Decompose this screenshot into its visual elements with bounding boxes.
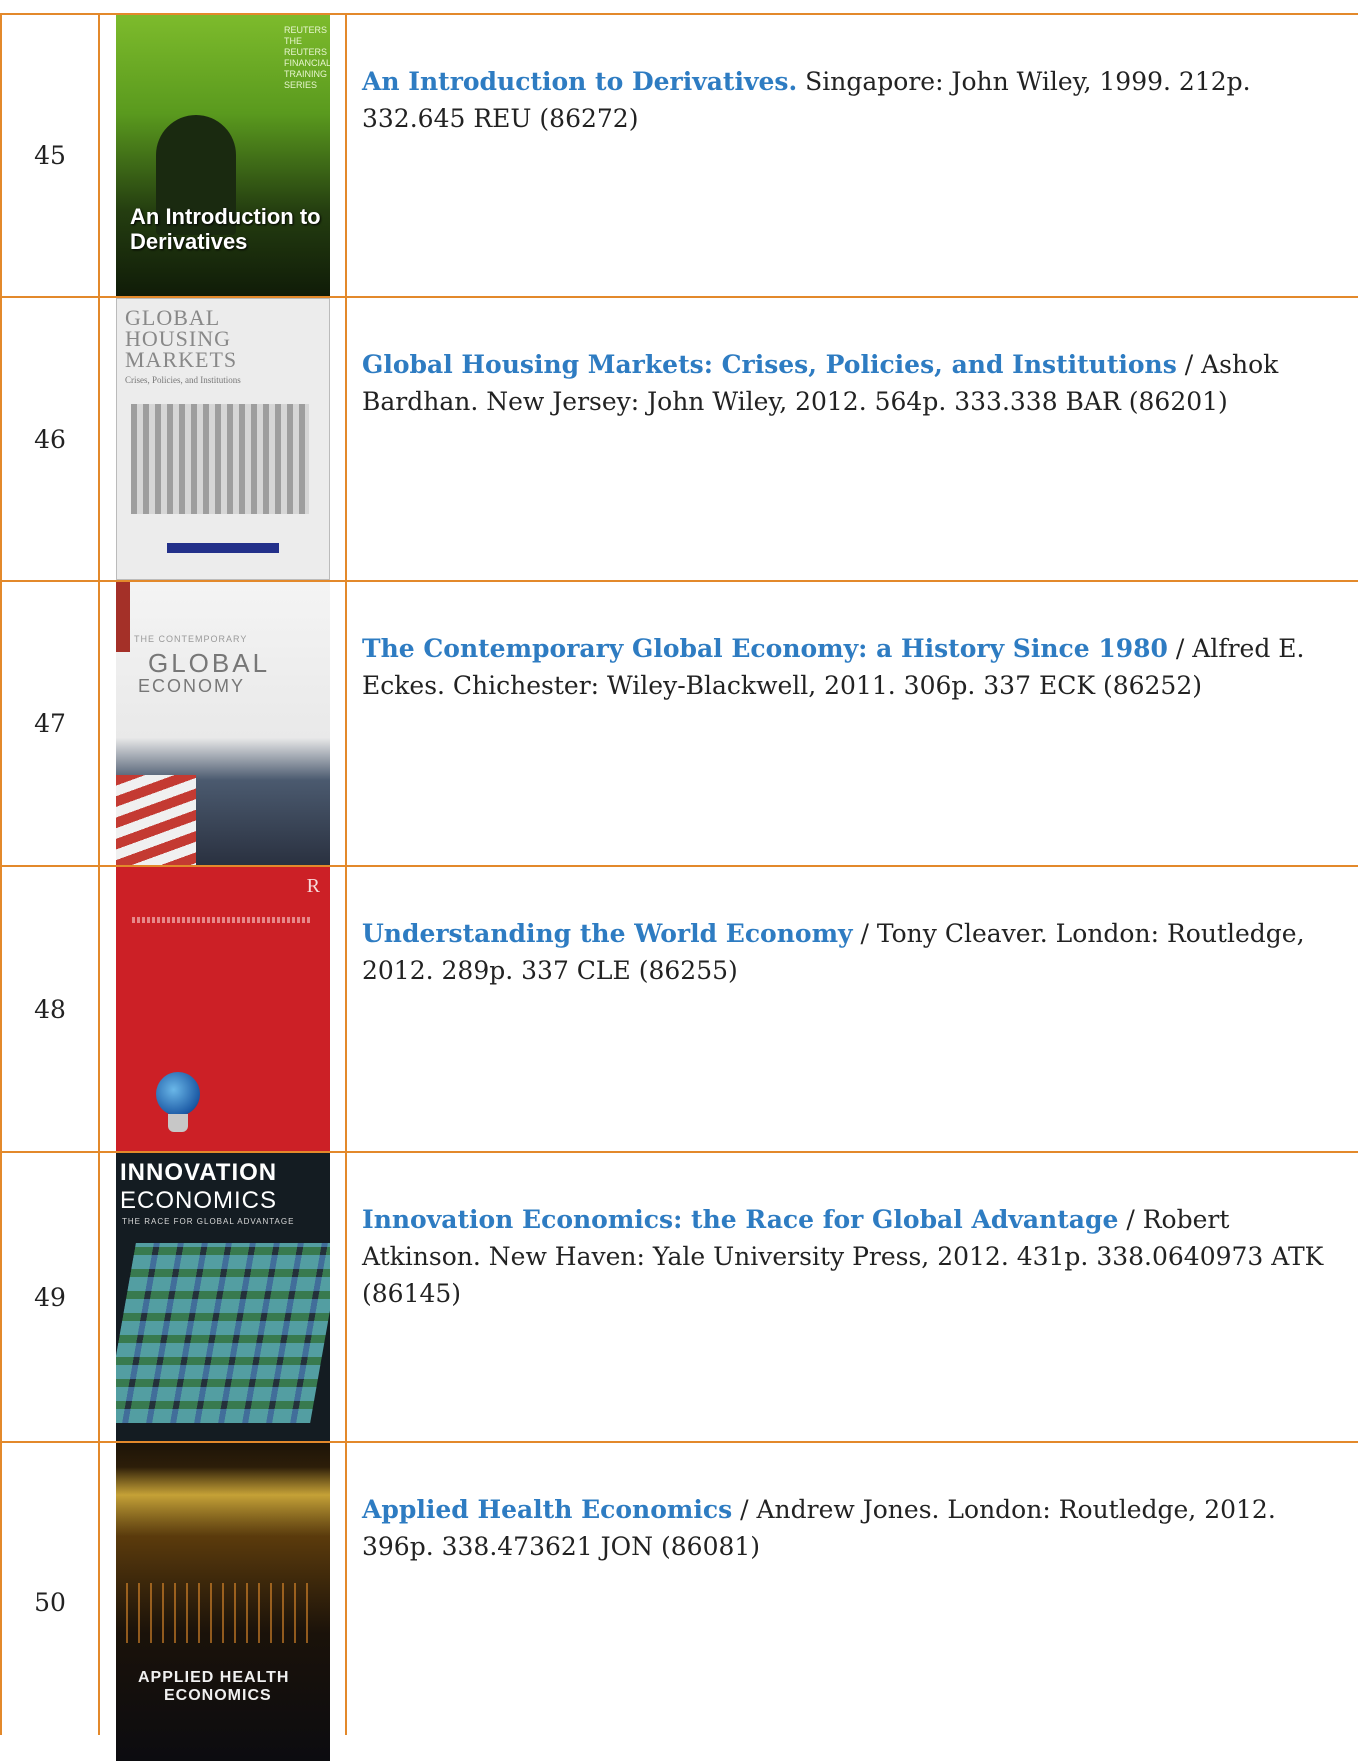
- bibliographic-entry: The Contemporary Global Economy: a Histo…: [362, 630, 1348, 704]
- publisher-logo-icon: R: [306, 875, 320, 897]
- cover-caption-top: THE CONTEMPORARY: [134, 634, 248, 644]
- cover-caption-top: APPLIED HEALTH: [138, 1669, 290, 1686]
- book-cover-image: REUTERS THE REUTERS FINANCIAL TRAINING S…: [116, 15, 330, 296]
- cover-brand: REUTERS THE REUTERS FINANCIAL TRAINING S…: [284, 25, 330, 90]
- item-number: 48: [34, 994, 66, 1024]
- book-cover-image: APPLIED HEALTH ECONOMICS: [116, 1443, 330, 1761]
- table-row: 45 REUTERS THE REUTERS FINANCIAL TRAININ…: [0, 13, 1358, 296]
- book-cover-image: R: [116, 867, 330, 1151]
- bibliographic-entry: Applied Health Economics / Andrew Jones.…: [362, 1491, 1348, 1565]
- cover-caption-bottom: ECONOMY: [138, 676, 246, 696]
- table-column-divider: [98, 13, 100, 1735]
- cover-caption-mid: ECONOMICS: [120, 1187, 278, 1214]
- globe-lightbulb-icon: [156, 1072, 200, 1116]
- cover-title-strip: [132, 917, 312, 923]
- book-title-link[interactable]: Understanding the World Economy: [362, 919, 853, 948]
- table-row: 46 GLOBAL HOUSING MARKETS Crises, Polici…: [0, 296, 1358, 580]
- book-cover-image: INNOVATION ECONOMICS THE RACE FOR GLOBAL…: [116, 1153, 330, 1441]
- book-list-table: 45 REUTERS THE REUTERS FINANCIAL TRAININ…: [0, 13, 1358, 1761]
- cover-caption: GLOBAL HOUSING MARKETS: [125, 305, 238, 372]
- item-number: 50: [34, 1587, 66, 1617]
- cover-chip-grid-graphic: [116, 1243, 330, 1423]
- book-title-link[interactable]: Global Housing Markets: Crises, Policies…: [362, 350, 1177, 379]
- cover-caption-mid: GLOBAL: [148, 648, 271, 678]
- cover-lines-graphic: [126, 1583, 316, 1643]
- cover-series-bar: [167, 543, 279, 553]
- item-number: 47: [34, 709, 66, 738]
- bibliographic-entry: An Introduction to Derivatives. Singapor…: [362, 63, 1348, 137]
- table-row: 49 INNOVATION ECONOMICS THE RACE FOR GLO…: [0, 1151, 1358, 1441]
- table-row: 50 APPLIED HEALTH ECONOMICS Applied Heal…: [0, 1441, 1358, 1761]
- book-cover-image: GLOBAL HOUSING MARKETS Crises, Policies,…: [116, 298, 330, 580]
- bibliographic-entry: Innovation Economics: the Race for Globa…: [362, 1201, 1348, 1312]
- table-border-left: [0, 13, 2, 1735]
- cover-caption-bottom: ECONOMICS: [164, 1687, 272, 1704]
- cover-accent-strip: [116, 582, 130, 652]
- bibliographic-entry: Understanding the World Economy / Tony C…: [362, 915, 1348, 989]
- item-number: 45: [34, 141, 66, 170]
- book-cover-image: THE CONTEMPORARY GLOBAL ECONOMY: [116, 582, 330, 865]
- book-title-link[interactable]: An Introduction to Derivatives.: [362, 67, 797, 96]
- book-title-link[interactable]: Applied Health Economics: [362, 1495, 732, 1524]
- table-column-divider: [345, 13, 347, 1735]
- cover-subtitle: Crises, Policies, and Institutions: [125, 375, 241, 385]
- bibliographic-entry: Global Housing Markets: Crises, Policies…: [362, 346, 1348, 420]
- cover-glow-graphic: [116, 1467, 330, 1537]
- book-title-link[interactable]: Innovation Economics: the Race for Globa…: [362, 1205, 1118, 1234]
- cover-building-graphic: [131, 404, 309, 514]
- cover-caption-top: INNOVATION: [120, 1159, 278, 1186]
- table-row: 48 R Understanding the World Economy / T…: [0, 865, 1358, 1151]
- lightbulb-base-icon: [168, 1114, 188, 1132]
- item-number: 46: [34, 424, 66, 454]
- cover-caption: An Introduction to Derivatives: [130, 204, 321, 254]
- table-row: 47 THE CONTEMPORARY GLOBAL ECONOMY The C…: [0, 580, 1358, 865]
- book-title-link[interactable]: The Contemporary Global Economy: a Histo…: [362, 634, 1168, 663]
- cover-flag-graphic: [116, 775, 196, 865]
- cover-caption-bottom: THE RACE FOR GLOBAL ADVANTAGE: [122, 1217, 295, 1226]
- item-number: 49: [34, 1282, 66, 1312]
